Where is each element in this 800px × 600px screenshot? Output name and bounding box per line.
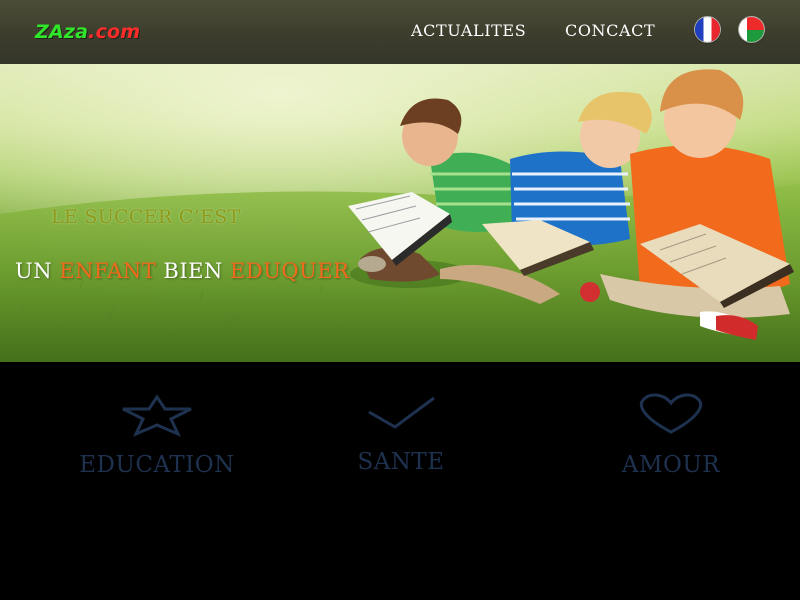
feature-education[interactable]: EDUCATION	[77, 392, 237, 478]
feature-sante-label: SANTE	[357, 449, 445, 475]
hero-word-enfant: ENFANT	[59, 259, 157, 283]
madagascar-flag-icon[interactable]	[739, 17, 764, 42]
nav-link-actualites[interactable]: ACTUALITES	[411, 21, 526, 40]
hero-banner: LE SUCCER C’EST UN ENFANT BIEN EDUQUER	[0, 64, 800, 362]
hero-word-bien: BIEN	[156, 259, 231, 283]
star-icon	[122, 394, 192, 437]
french-flag-icon[interactable]	[695, 17, 720, 42]
feature-amour-label: AMOUR	[621, 452, 721, 478]
site-logo[interactable]: ZAza.com	[35, 20, 140, 44]
logo-part-domain: .com	[88, 21, 141, 43]
hero-tagline-line1: LE SUCCER C’EST	[51, 206, 241, 228]
feature-amour[interactable]: AMOUR	[591, 392, 751, 478]
logo-part-za-lower: za	[63, 21, 89, 43]
checkmark-icon	[368, 396, 435, 429]
feature-sante[interactable]: SANTE	[321, 392, 481, 475]
hero-word-eduquer: EDUQUER	[230, 259, 350, 283]
hero-word-un: UN	[15, 259, 60, 283]
logo-part-za-upper: ZA	[35, 21, 64, 43]
header: ZAza.com ACTUALITES CONCACT	[0, 0, 800, 64]
feature-education-label: EDUCATION	[79, 452, 235, 478]
nav-link-contact[interactable]: CONCACT	[565, 21, 655, 40]
hero-tagline-line2: UN ENFANT BIEN EDUQUER	[15, 259, 349, 283]
heart-icon	[639, 393, 703, 434]
